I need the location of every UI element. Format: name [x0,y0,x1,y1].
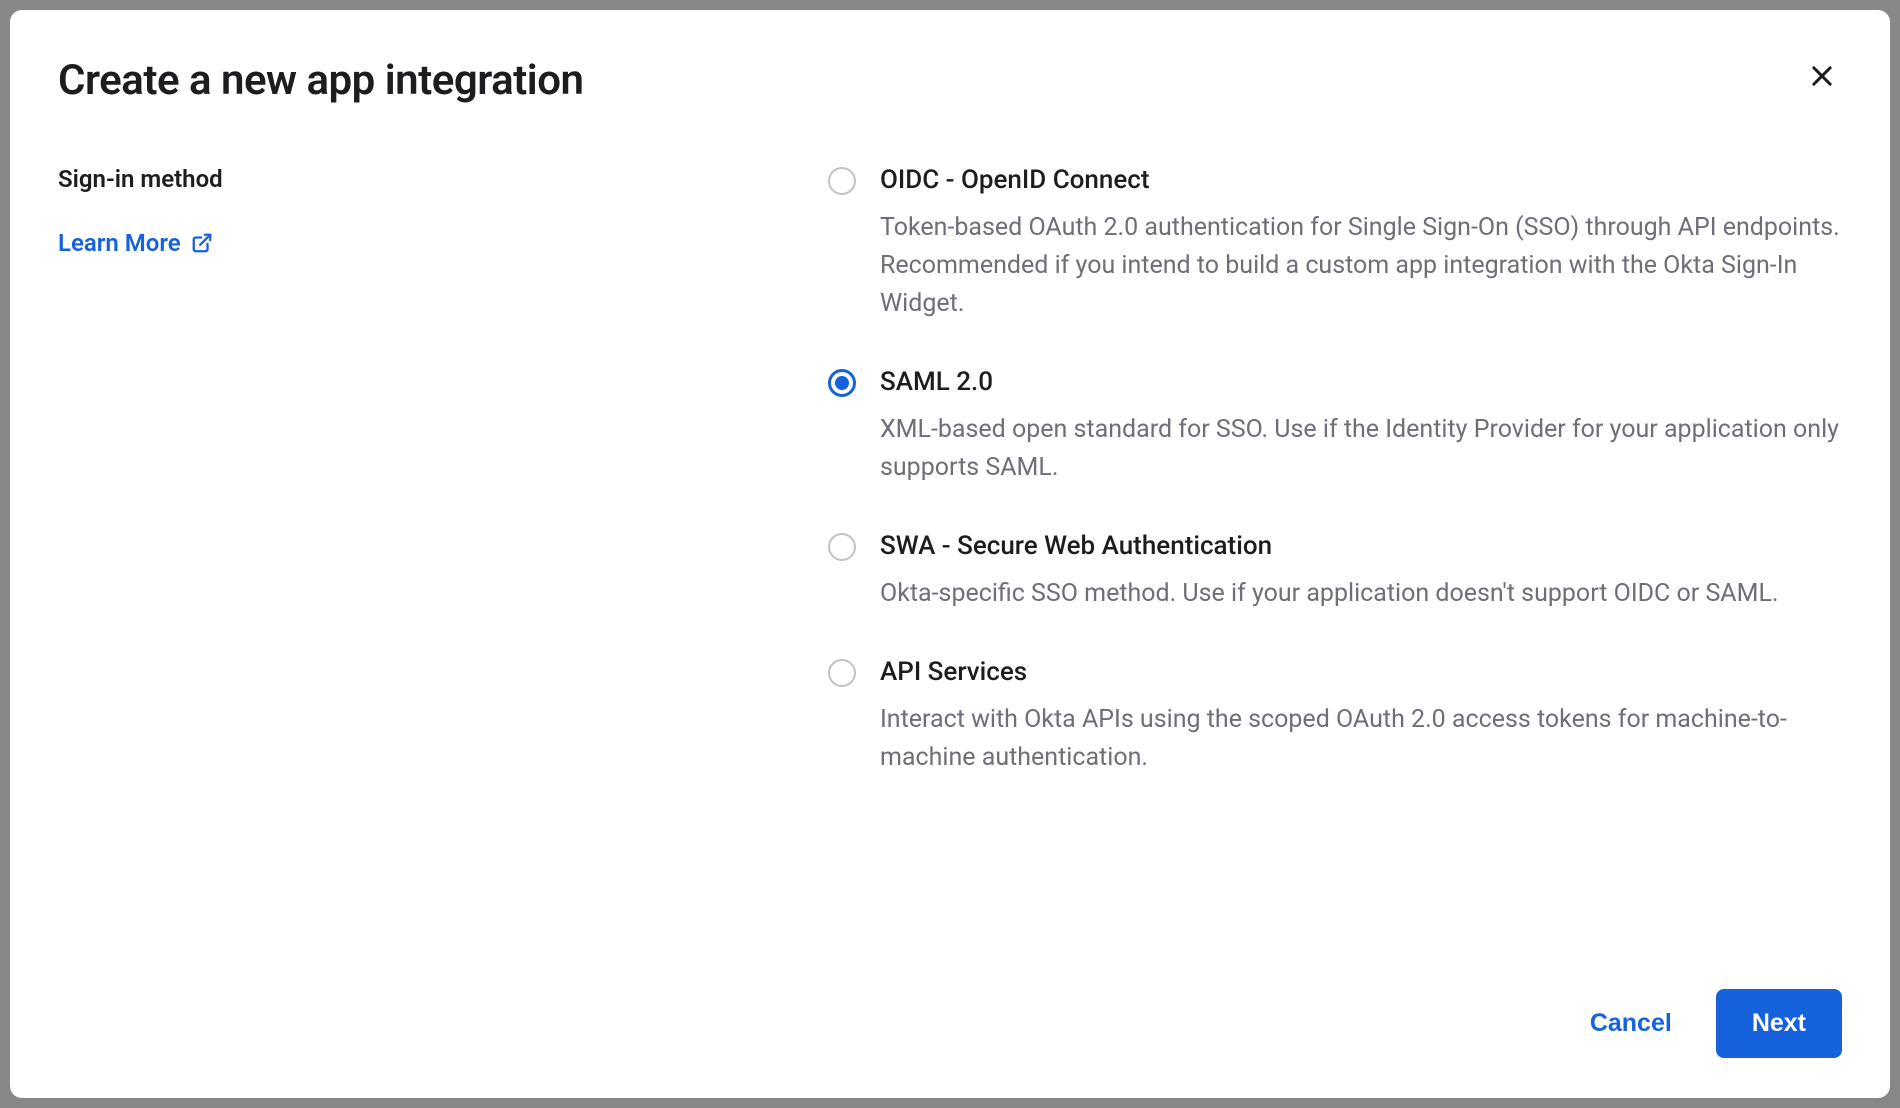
options-column: OIDC - OpenID Connect Token-based OAuth … [828,165,1842,989]
option-title: API Services [880,657,1842,687]
left-column: Sign-in method Learn More [58,165,788,989]
learn-more-text: Learn More [58,229,181,257]
modal-footer: Cancel Next [58,989,1842,1058]
option-content: SWA - Secure Web Authentication Okta-spe… [880,531,1842,613]
option-content: OIDC - OpenID Connect Token-based OAuth … [880,165,1842,323]
option-oidc[interactable]: OIDC - OpenID Connect Token-based OAuth … [828,165,1842,323]
option-title: SWA - Secure Web Authentication [880,531,1842,561]
option-saml[interactable]: SAML 2.0 XML-based open standard for SSO… [828,367,1842,487]
option-title: SAML 2.0 [880,367,1842,397]
option-description: Token-based OAuth 2.0 authentication for… [880,209,1842,323]
radio-icon [828,659,856,687]
close-button[interactable] [1802,56,1842,96]
option-content: SAML 2.0 XML-based open standard for SSO… [880,367,1842,487]
radio-icon [828,369,856,397]
radio-icon [828,533,856,561]
next-button[interactable]: Next [1716,989,1842,1058]
cancel-button[interactable]: Cancel [1586,999,1676,1048]
option-description: Interact with Okta APIs using the scoped… [880,701,1842,777]
option-description: XML-based open standard for SSO. Use if … [880,411,1842,487]
option-title: OIDC - OpenID Connect [880,165,1842,195]
section-label: Sign-in method [58,165,788,193]
close-icon [1808,62,1836,90]
option-api-services[interactable]: API Services Interact with Okta APIs usi… [828,657,1842,777]
create-app-modal: Create a new app integration Sign-in met… [10,10,1890,1098]
option-swa[interactable]: SWA - Secure Web Authentication Okta-spe… [828,531,1842,613]
option-content: API Services Interact with Okta APIs usi… [880,657,1842,777]
modal-title: Create a new app integration [58,56,1842,105]
option-description: Okta-specific SSO method. Use if your ap… [880,575,1842,613]
learn-more-link[interactable]: Learn More [58,229,213,257]
radio-icon [828,167,856,195]
external-link-icon [191,232,213,254]
modal-content: Sign-in method Learn More OIDC - OpenID … [58,165,1842,989]
